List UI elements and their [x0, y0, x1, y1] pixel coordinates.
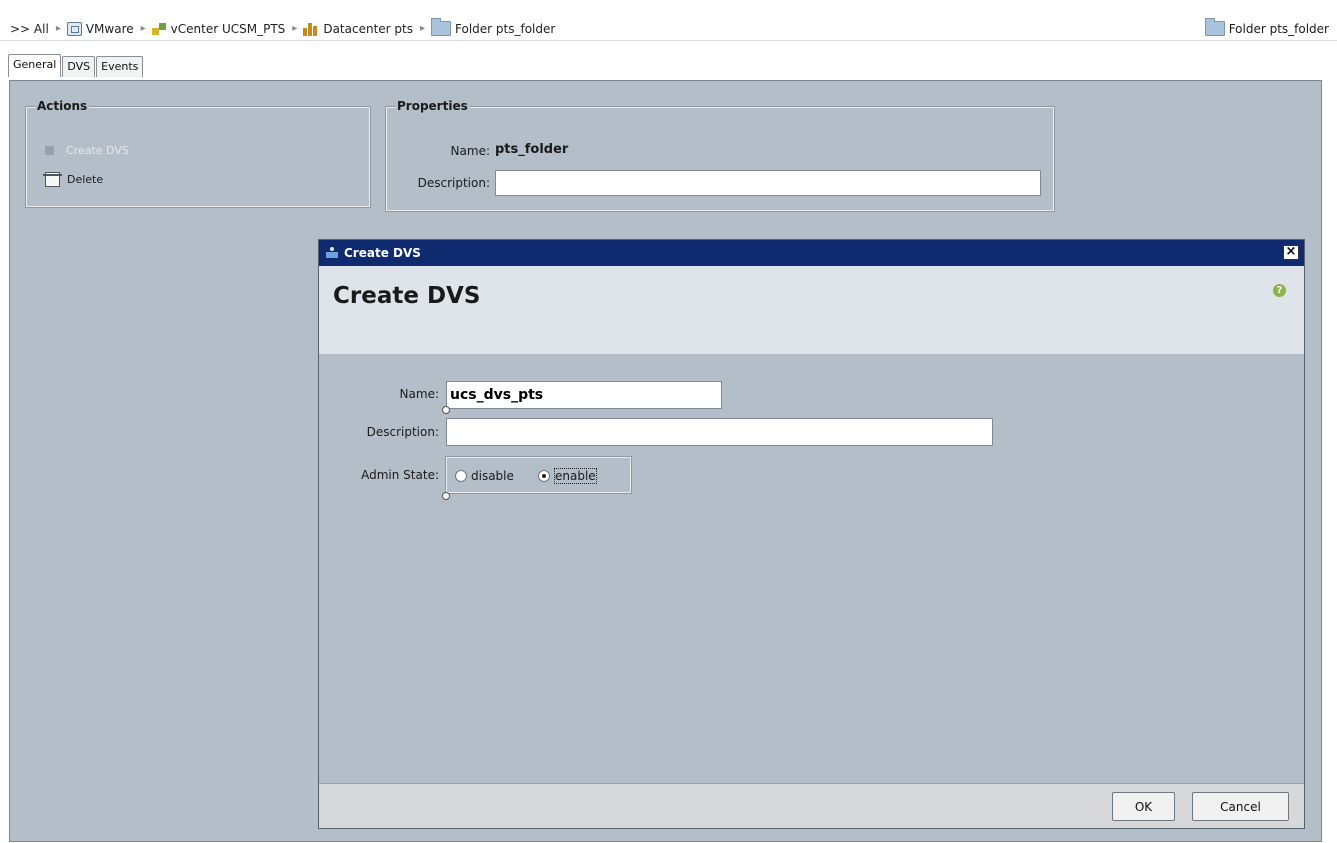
dialog-app-icon	[326, 247, 339, 259]
folder-icon	[1204, 18, 1225, 36]
tab-events[interactable]: Events	[96, 56, 144, 77]
current-node-label: Folder pts_folder	[1228, 21, 1329, 36]
name-info-icon[interactable]	[442, 406, 450, 414]
close-icon[interactable]: ×	[1283, 245, 1299, 260]
dvs-description-label: Description:	[366, 425, 439, 439]
actions-group: Actions Create DVS Delete	[25, 99, 371, 208]
breadcrumb-item-datacenter[interactable]: Datacenter pts	[303, 22, 413, 36]
breadcrumb-separator-icon: ▸	[419, 23, 426, 34]
admin-state-disable-radio[interactable]	[455, 470, 467, 482]
dialog-footer: OK Cancel	[319, 783, 1304, 828]
ok-button[interactable]: OK	[1112, 792, 1175, 821]
tab-bar: General DVS Events	[8, 53, 144, 77]
admin-state-disable-label[interactable]: disable	[471, 469, 514, 483]
create-dvs-icon	[45, 146, 54, 155]
vmware-icon	[66, 21, 82, 36]
actions-title: Actions	[35, 99, 90, 113]
properties-title: Properties	[395, 99, 470, 113]
property-description-field[interactable]	[495, 170, 1041, 196]
delete-action[interactable]: Delete	[43, 172, 104, 187]
current-node: Folder pts_folder	[1204, 18, 1329, 36]
property-description-label: Description:	[417, 176, 490, 190]
delete-label: Delete	[67, 173, 104, 186]
breadcrumb-separator-icon: ▸	[292, 23, 298, 34]
dvs-name-label: Name:	[399, 387, 439, 401]
breadcrumb-bar: >> All ▸ VMware ▸ vCenter UCSM_PTS ▸ Dat…	[0, 0, 1337, 41]
breadcrumb-all[interactable]: >> All	[10, 22, 49, 36]
breadcrumb-separator-icon: ▸	[55, 23, 61, 34]
breadcrumb-item-label: Folder pts_folder	[455, 21, 556, 36]
properties-group: Properties Name: pts_folder Description:	[385, 99, 1055, 212]
admin-state-radio-group: disable enable	[445, 456, 632, 494]
dialog-heading: Create DVS	[333, 283, 481, 309]
cancel-button[interactable]: Cancel	[1192, 792, 1289, 821]
folder-icon	[431, 18, 452, 36]
create-dvs-action[interactable]: Create DVS	[45, 144, 129, 157]
dialog-title-bar[interactable]: Create DVS ×	[319, 240, 1304, 266]
datacenter-icon	[303, 22, 319, 36]
breadcrumb-separator-icon: ▸	[140, 23, 146, 34]
property-name-label: Name:	[450, 144, 490, 158]
admin-state-enable-label[interactable]: enable	[554, 468, 597, 484]
vcenter-icon	[151, 22, 167, 36]
dvs-description-field[interactable]	[446, 418, 993, 446]
general-tab-panel: Actions Create DVS Delete Properties Nam…	[9, 80, 1322, 842]
admin-state-info-icon[interactable]	[442, 492, 450, 500]
admin-state-enable-radio[interactable]	[538, 470, 550, 482]
breadcrumb-item-vmware[interactable]: VMware	[66, 21, 134, 36]
breadcrumb-item-label: vCenter UCSM_PTS	[170, 21, 286, 36]
breadcrumb-item-vcenter[interactable]: vCenter UCSM_PTS	[151, 21, 286, 36]
tab-general[interactable]: General	[8, 54, 62, 77]
dialog-header: Create DVS ?	[319, 266, 1304, 354]
breadcrumb-item-label: Datacenter pts	[323, 21, 413, 36]
tab-dvs[interactable]: DVS	[62, 56, 96, 77]
breadcrumb-item-label: VMware	[85, 21, 134, 36]
admin-state-label: Admin State:	[361, 468, 439, 482]
create-dvs-dialog: Create DVS × Create DVS ? Name: Descript…	[318, 239, 1305, 829]
delete-icon	[43, 172, 62, 187]
property-name-value: pts_folder	[495, 142, 569, 157]
breadcrumb: >> All ▸ VMware ▸ vCenter UCSM_PTS ▸ Dat…	[10, 18, 560, 36]
help-icon[interactable]: ?	[1273, 284, 1286, 297]
create-dvs-label: Create DVS	[66, 144, 129, 157]
breadcrumb-item-folder[interactable]: Folder pts_folder	[431, 18, 556, 36]
dialog-title: Create DVS	[344, 246, 421, 260]
dvs-name-field[interactable]	[446, 381, 722, 409]
